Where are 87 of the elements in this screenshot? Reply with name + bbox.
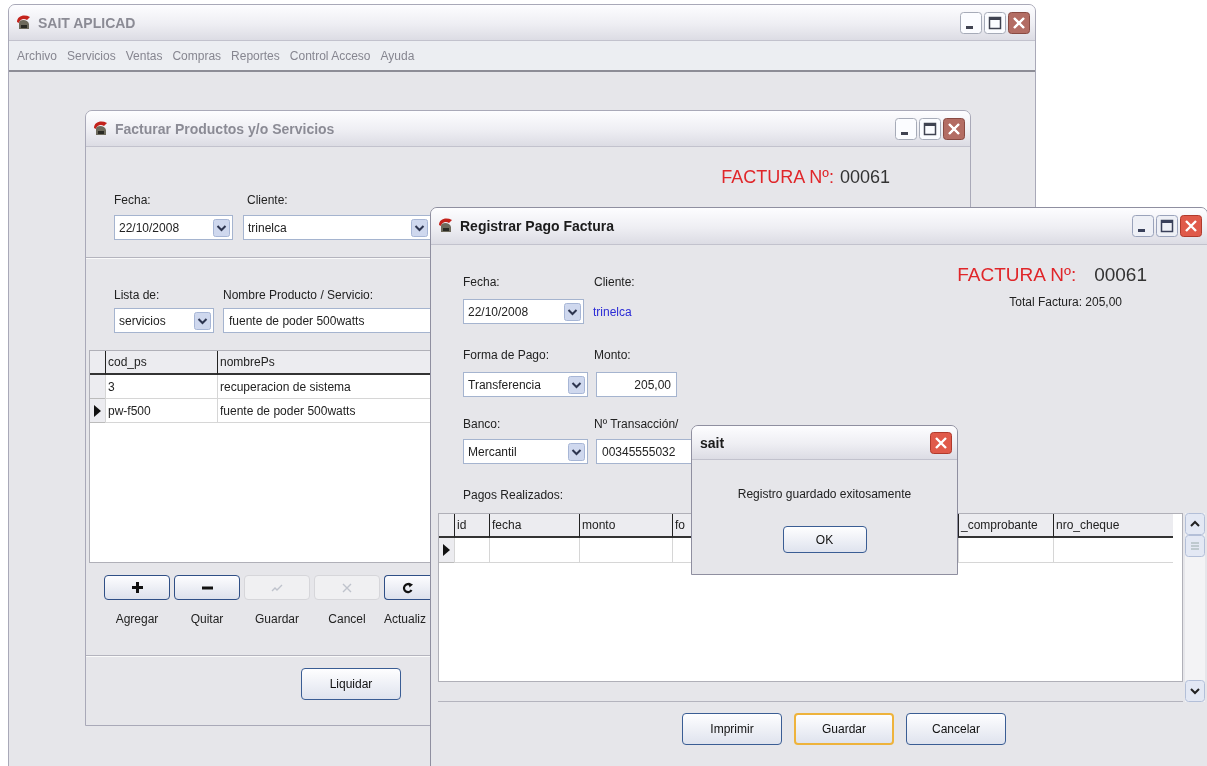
chevron-down-icon <box>213 218 230 237</box>
dialog-button[interactable]: Guardar <box>794 713 894 745</box>
check-icon <box>271 583 283 592</box>
scroll-thumb[interactable] <box>1185 535 1205 557</box>
column-header[interactable]: _comprobante <box>958 514 1053 538</box>
column-header[interactable]: nro_cheque <box>1053 514 1173 538</box>
maximize-button[interactable] <box>984 11 1006 34</box>
invoice-number: 00061 <box>1094 264 1147 286</box>
window-title: Registrar Pago Factura <box>460 218 615 234</box>
date-dropdown[interactable]: 22/10/2008 <box>463 299 584 324</box>
plus-icon <box>131 582 143 593</box>
payment-method-dropdown[interactable]: Transferencia <box>463 372 588 397</box>
column-header[interactable]: cod_ps <box>105 351 217 375</box>
row-header[interactable] <box>90 399 105 423</box>
chevron-down-icon <box>194 311 211 330</box>
scrollbar-track[interactable] <box>1185 513 1205 702</box>
table-corner <box>439 514 454 538</box>
current-row-icon <box>94 404 101 417</box>
tool-label: Guardar <box>255 612 299 626</box>
field-label: Fecha: <box>114 193 152 207</box>
dialog-button[interactable]: Imprimir <box>682 713 782 745</box>
field-label: Nombre Producto / Servicio: <box>223 288 374 302</box>
invoice-number: 00061 <box>839 167 890 188</box>
window-title: sait <box>700 434 725 451</box>
invoice-label: FACTURA Nº: <box>721 167 834 188</box>
remove-button[interactable] <box>174 575 240 600</box>
product-name-field[interactable]: fuente de poder 500watts <box>223 308 431 333</box>
scroll-up-button[interactable] <box>1185 513 1205 535</box>
tool-label: Quitar <box>190 612 224 626</box>
chevron-down-icon <box>411 218 428 237</box>
chevron-down-icon <box>568 375 585 394</box>
scroll-down-button[interactable] <box>1185 680 1205 702</box>
table-cell: pw-f500 <box>105 399 217 423</box>
window-title: Facturar Productos y/o Servicios <box>115 120 335 137</box>
current-row-icon <box>443 544 450 556</box>
date-dropdown[interactable]: 22/10/2008 <box>114 215 233 240</box>
transaction-field[interactable]: 00345555032 <box>596 439 692 464</box>
window-title: SAIT APLICAD <box>38 14 136 31</box>
field-label: Forma de Pago: <box>463 348 551 362</box>
chevron-down-icon <box>568 442 585 461</box>
refresh-icon <box>402 581 414 594</box>
table-corner <box>90 351 105 375</box>
x-icon <box>342 582 352 593</box>
field-label: Cliente: <box>247 193 288 207</box>
tool-label: Actualiz <box>384 612 427 626</box>
row-header[interactable] <box>439 538 454 563</box>
minimize-button[interactable] <box>1132 215 1154 237</box>
field-label: Fecha: <box>463 275 501 289</box>
table-cell: 3 <box>105 375 217 399</box>
table-cell <box>454 538 489 563</box>
column-header[interactable]: id <box>454 514 489 538</box>
add-button[interactable] <box>104 575 170 600</box>
client-dropdown[interactable]: trinelca <box>243 215 431 240</box>
field-label: Lista de: <box>114 288 161 302</box>
close-button[interactable] <box>943 117 965 140</box>
amount-field[interactable]: 205,00 <box>596 372 677 397</box>
field-label: Banco: <box>463 417 502 431</box>
section-label: Pagos Realizados: <box>463 488 564 502</box>
tool-label: Agregar <box>115 612 159 626</box>
field-label: Monto: <box>594 348 631 362</box>
close-button[interactable] <box>1008 11 1030 34</box>
invoice-label: FACTURA Nº: <box>957 264 1077 286</box>
column-header[interactable]: nombrePs <box>217 351 430 375</box>
list-type-dropdown[interactable]: servicios <box>114 308 214 333</box>
maximize-button[interactable] <box>1156 215 1178 237</box>
field-label: Cliente: <box>594 275 635 289</box>
table-cell: fuente de poder 500watts <box>217 399 430 423</box>
maximize-button[interactable] <box>919 117 941 140</box>
minus-icon <box>201 585 213 590</box>
invoice-total: Total Factura: 205,00 <box>1009 295 1122 309</box>
field-label: Nº Transacción/ <box>594 417 679 431</box>
chevron-down-icon <box>564 302 581 321</box>
close-button[interactable] <box>930 431 952 454</box>
column-header[interactable]: fecha <box>489 514 579 538</box>
tool-label: Cancel <box>328 612 366 626</box>
ok-button[interactable]: OK <box>782 526 867 553</box>
refresh-button[interactable] <box>384 575 431 600</box>
settle-button[interactable]: Liquidar <box>301 668 401 700</box>
minimize-button[interactable] <box>895 117 917 140</box>
table-cell: recuperacion de sistema <box>217 375 430 399</box>
close-button[interactable] <box>1180 215 1202 237</box>
dialog-message: Registro guardado exitosamente <box>737 487 912 501</box>
dialog-button[interactable]: Cancelar <box>906 713 1006 745</box>
bank-dropdown[interactable]: Mercantil <box>463 439 588 464</box>
column-header[interactable]: monto <box>579 514 672 538</box>
minimize-button[interactable] <box>960 11 982 34</box>
client-name: trinelca <box>593 304 632 319</box>
